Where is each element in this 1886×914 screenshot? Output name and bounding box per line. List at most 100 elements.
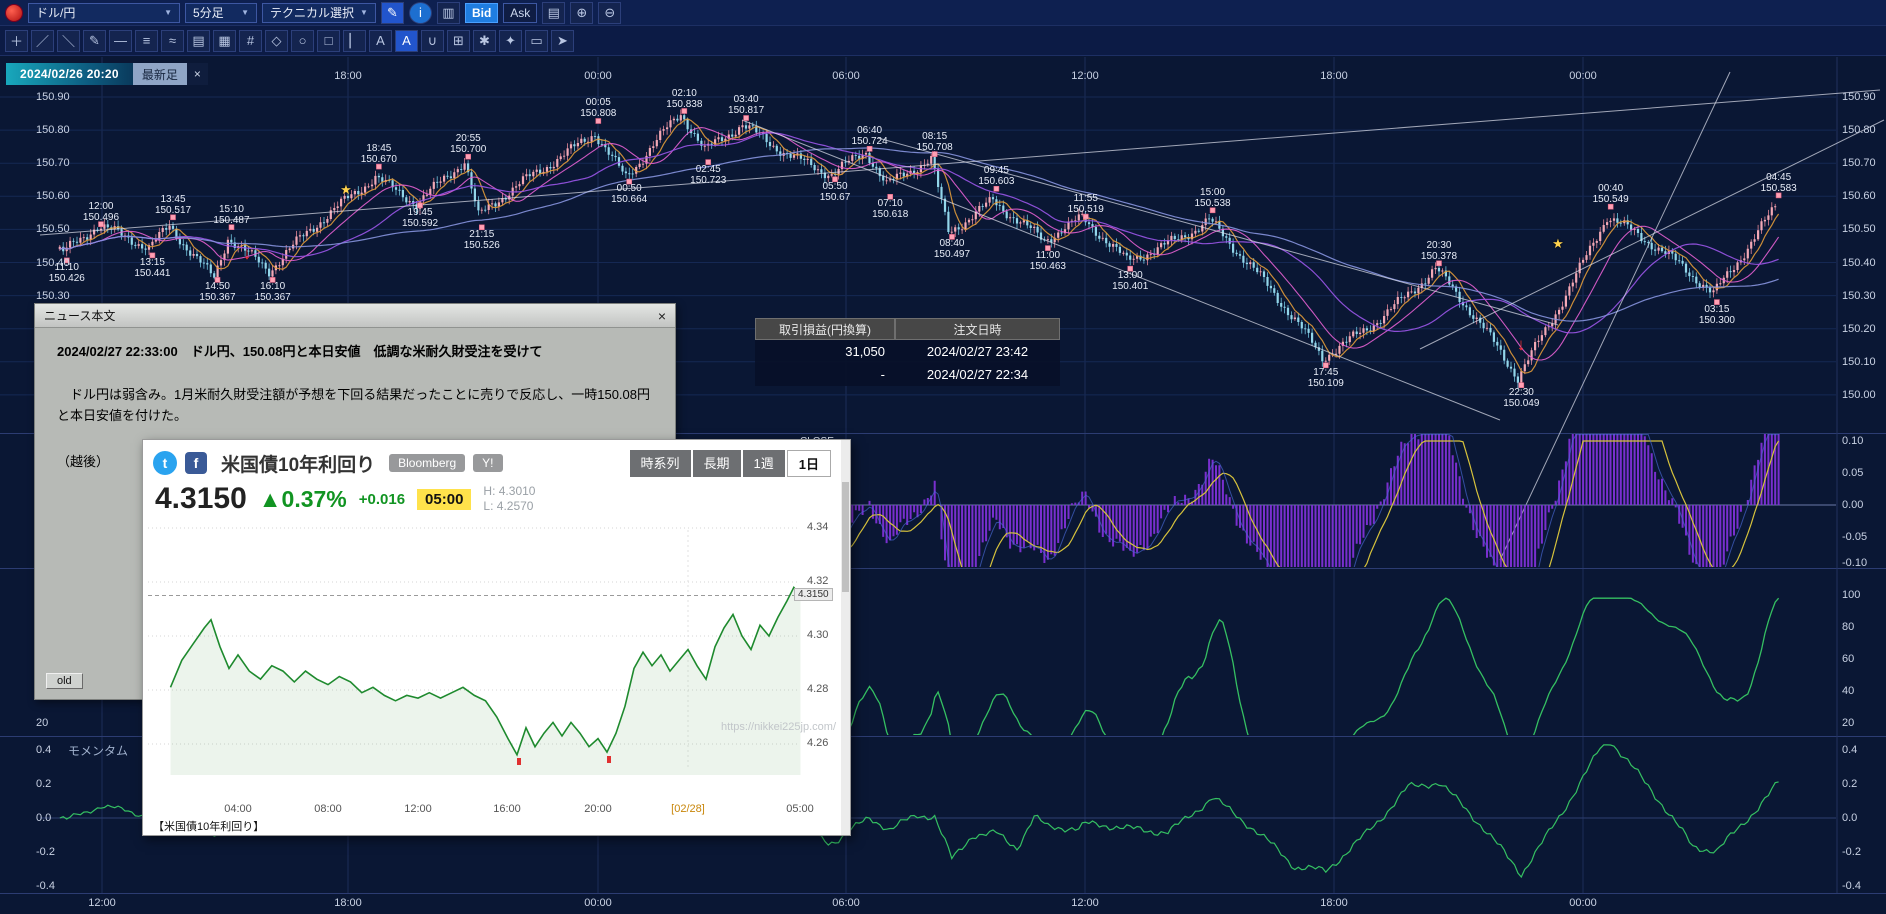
yield-x-axis-label: 12:00	[404, 803, 432, 815]
vertical-line-icon[interactable]: ▏	[343, 30, 366, 52]
yield-value: 4.3150	[155, 482, 247, 516]
trade-order-datetime: 2024/02/27 22:34	[895, 363, 1060, 386]
app-logo-icon	[5, 4, 23, 22]
trade-row[interactable]: 31,0502024/02/27 23:42	[755, 340, 1060, 363]
news-titlebar[interactable]: ニュース本文 ×	[35, 304, 675, 328]
chevron-down-icon: ▼	[360, 8, 368, 17]
eraser-icon[interactable]: ▭	[525, 30, 548, 52]
trade-header-cell: 取引損益(円換算)	[755, 318, 895, 340]
yield-window: t f 米国債10年利回り Bloomberg Y! 時系列長期1週1日 4.3…	[142, 439, 851, 836]
yield-tab-時系列[interactable]: 時系列	[630, 450, 691, 477]
multi-line-icon[interactable]: ≡	[135, 30, 158, 52]
add-tool-icon[interactable]: ＋	[5, 30, 28, 52]
ray-line-icon[interactable]: ＼	[57, 30, 80, 52]
yield-caption: 【米国債10年利回り】	[153, 818, 264, 834]
yield-quote-row: 4.3150 ▲0.37% +0.016 05:00 H: 4.3010 L: …	[155, 482, 535, 516]
yield-y-axis-label: 4.30	[807, 629, 828, 641]
chart-date-badge[interactable]: 2024/02/26 20:20 最新足 ×	[6, 63, 208, 85]
yield-y-axis-label: 4.26	[807, 737, 828, 749]
yahoo-button[interactable]: Y!	[473, 454, 502, 472]
timeframe-label: 5分足	[193, 4, 224, 21]
info-icon[interactable]: i	[409, 2, 432, 24]
horizontal-line-icon[interactable]: ―	[109, 30, 132, 52]
badge-close-icon[interactable]: ×	[187, 63, 208, 85]
bid-button[interactable]: Bid	[465, 3, 498, 23]
freehand-pencil-icon[interactable]: ✎	[83, 30, 106, 52]
yield-y-axis-label: 4.34	[807, 521, 828, 533]
yield-change-pct: ▲0.37%	[259, 486, 347, 513]
yield-tab-長期[interactable]: 長期	[693, 450, 741, 477]
yield-header: t f 米国債10年利回り Bloomberg Y! 時系列長期1週1日	[143, 440, 841, 480]
yield-scrollbar[interactable]	[841, 440, 850, 835]
yield-x-axis-label: 05:00	[786, 803, 814, 815]
yield-time: 05:00	[417, 489, 471, 510]
pair-select[interactable]: ドル/円 ▼	[28, 3, 180, 23]
news-headline: 2024/02/27 22:33:00 ドル円、150.08円と本日安値 低調な…	[57, 341, 653, 360]
rectangle-icon[interactable]: □	[317, 30, 340, 52]
candle-chart-icon[interactable]: ▥	[437, 2, 460, 24]
news-text: ドル円は弱含み。1月米耐久財受注額が予想を下回る結果だったことに売りで反応し、一…	[57, 384, 653, 427]
badge-datetime: 2024/02/26 20:20	[6, 63, 133, 85]
top-toolbar: ドル/円 ▼ 5分足 ▼ テクニカル選択 ▼ ✎ i ▥ Bid Ask ▤ ⊕…	[0, 0, 1886, 26]
yield-y-axis-label: 4.32	[807, 575, 828, 587]
ellipse-icon[interactable]: ○	[291, 30, 314, 52]
yield-title: 米国債10年利回り	[221, 450, 375, 477]
yield-tabs: 時系列長期1週1日	[630, 450, 832, 477]
fx-chart-app: ドル/円 ▼ 5分足 ▼ テクニカル選択 ▼ ✎ i ▥ Bid Ask ▤ ⊕…	[0, 0, 1886, 914]
yield-high-low: H: 4.3010 L: 4.2570	[483, 484, 535, 514]
magnet-icon[interactable]: ∪	[421, 30, 444, 52]
facebook-icon[interactable]: f	[185, 452, 207, 474]
yield-tab-1週[interactable]: 1週	[743, 450, 785, 477]
text-highlight-icon[interactable]: A	[395, 30, 418, 52]
yield-x-axis-label: 16:00	[493, 803, 521, 815]
yield-low: L: 4.2570	[483, 499, 533, 513]
trade-panel: 取引損益(円換算)注文日時31,0502024/02/27 23:42-2024…	[755, 318, 1060, 386]
yield-change: +0.016	[359, 491, 405, 508]
pair-label: ドル/円	[36, 4, 75, 21]
latest-bar-button[interactable]: 最新足	[133, 63, 187, 85]
yield-watermark: https://nikkei225jp.com/	[721, 721, 836, 733]
fibonacci-grid-icon[interactable]: ▦	[213, 30, 236, 52]
chevron-down-icon: ▼	[241, 8, 249, 17]
technical-label: テクニカル選択	[270, 4, 354, 21]
layers-icon[interactable]: ⊞	[447, 30, 470, 52]
bloomberg-button[interactable]: Bloomberg	[389, 454, 465, 472]
technical-select-button[interactable]: テクニカル選択 ▼	[262, 3, 376, 23]
trendline-icon[interactable]: ／	[31, 30, 54, 52]
settings-icon[interactable]: ✱	[473, 30, 496, 52]
news-old-button[interactable]: old	[46, 673, 83, 689]
timeframe-select[interactable]: 5分足 ▼	[185, 3, 257, 23]
yield-x-axis-label: 04:00	[224, 803, 252, 815]
trade-order-datetime: 2024/02/27 23:42	[895, 340, 1060, 363]
cursor-icon[interactable]: ➤	[551, 30, 574, 52]
yield-x-axis-label: [02/28]	[671, 803, 705, 815]
news-title: ニュース本文	[44, 307, 115, 324]
twitter-icon[interactable]: t	[153, 451, 177, 475]
yield-scrollbar-thumb[interactable]	[842, 482, 849, 592]
spread-panel-icon[interactable]: ▤	[542, 2, 565, 24]
yield-price-tag: 4.3150	[794, 588, 833, 601]
drawing-toolbar: ＋／＼✎―≡≈▤▦#◇○□▏AA∪⊞✱✦▭➤	[0, 26, 1886, 56]
news-close-icon[interactable]: ×	[658, 308, 666, 324]
ask-button[interactable]: Ask	[503, 3, 537, 23]
trade-row[interactable]: -2024/02/27 22:34	[755, 363, 1060, 386]
bar-pattern-icon[interactable]: ▤	[187, 30, 210, 52]
gann-grid-icon[interactable]: #	[239, 30, 262, 52]
yield-y-axis-label: 4.28	[807, 683, 828, 695]
text-label-icon[interactable]: A	[369, 30, 392, 52]
trade-panel-header: 取引損益(円換算)注文日時	[755, 318, 1060, 340]
yield-high: H: 4.3010	[483, 484, 535, 498]
chevron-down-icon: ▼	[164, 8, 172, 17]
trade-pnl-value: -	[755, 363, 895, 386]
zoom-in-icon[interactable]: ⊕	[570, 2, 593, 24]
yield-x-axis-label: 20:00	[584, 803, 612, 815]
zoom-out-icon[interactable]: ⊖	[598, 2, 621, 24]
key-icon[interactable]: ✦	[499, 30, 522, 52]
yield-x-axis-label: 08:00	[314, 803, 342, 815]
draw-pencil-icon[interactable]: ✎	[381, 2, 404, 24]
yield-tab-1日[interactable]: 1日	[787, 450, 831, 477]
trade-header-cell: 注文日時	[895, 318, 1060, 340]
wave-icon[interactable]: ≈	[161, 30, 184, 52]
polygon-icon[interactable]: ◇	[265, 30, 288, 52]
trade-pnl-value: 31,050	[755, 340, 895, 363]
